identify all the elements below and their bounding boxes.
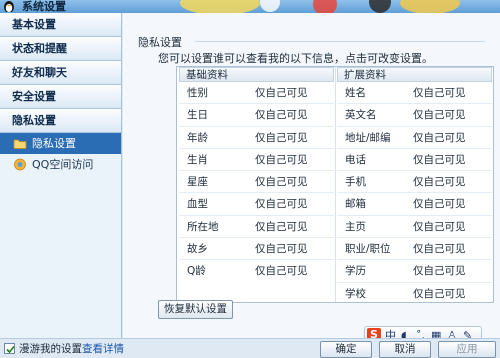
field-label: 职业/职位: [345, 243, 391, 256]
privacy-settings-panel: 隐私设置 您可以设置谁可以查看我的以下信息，点击可改变设置。 基础资料 性别仅自…: [123, 13, 500, 338]
visibility-value[interactable]: 仅自己可见: [413, 260, 466, 282]
visibility-value[interactable]: 仅自己可见: [255, 216, 308, 238]
field-label: 邮箱: [345, 198, 366, 211]
privacy-row[interactable]: 星座 仅自己可见: [179, 171, 334, 194]
privacy-row[interactable]: 所在地 仅自己可见: [179, 216, 334, 239]
visibility-value[interactable]: 仅自己可见: [413, 149, 466, 171]
qzone-icon: [14, 158, 26, 171]
privacy-table: 基础资料 性别 仅自己可见 生日 仅自己可见 年龄 仅自己可见 生肖 仅自己可见 星座仅…: [176, 66, 494, 303]
field-label: 手机: [345, 176, 366, 189]
section-divider: [195, 41, 485, 42]
field-label: 学校: [345, 287, 366, 300]
sidebar-subitem-qzone-access[interactable]: QQ空间访问: [0, 154, 121, 175]
field-label: 故乡: [187, 243, 208, 256]
field-label: 生日: [187, 109, 208, 122]
column-header-extended: 扩展资料: [337, 67, 492, 82]
privacy-row[interactable]: 地址/邮编 仅自己可见: [337, 127, 492, 149]
sidebar-subitem-privacy-settings[interactable]: 隐私设置: [0, 133, 121, 154]
visibility-value[interactable]: 仅自己可见: [413, 171, 466, 193]
visibility-value[interactable]: 仅自己可见: [255, 82, 308, 104]
visibility-value[interactable]: 仅自己可见: [413, 283, 466, 305]
privacy-row[interactable]: 手机 仅自己可见: [337, 171, 492, 194]
settings-sidebar: 基本设置 状态和提醒 好友和聊天 安全设置 隐私设置 隐私设置 QQ空间访问: [0, 13, 122, 338]
sidebar-item-basic-settings[interactable]: 基本设置: [0, 13, 121, 37]
basic-info-column: 基础资料 性别 仅自己可见 生日 仅自己可见 年龄 仅自己可见 生肖 仅自己可见 星座仅…: [179, 67, 334, 283]
roaming-label: 漫游我的设置: [19, 343, 82, 355]
section-description: 您可以设置谁可以查看我的以下信息，点击可改变设置。: [158, 52, 433, 65]
sidebar-item-privacy[interactable]: 隐私设置: [0, 109, 121, 133]
visibility-value[interactable]: 仅自己可见: [255, 238, 308, 260]
sidebar-item-friends-chat[interactable]: 好友和聊天: [0, 61, 121, 85]
column-divider: [335, 67, 336, 302]
field-label: 所在地: [187, 220, 219, 233]
extended-info-column: 扩展资料 姓名 仅自己可见 英文名 仅自己可见 地址/邮编 仅自己可见 电话 仅自己可见…: [337, 67, 492, 305]
sidebar-item-security[interactable]: 安全设置: [0, 85, 121, 109]
section-title: 隐私设置: [138, 36, 182, 49]
visibility-value[interactable]: 仅自己可见: [255, 104, 308, 126]
visibility-value[interactable]: 仅自己可见: [255, 171, 308, 193]
column-header-basic: 基础资料: [179, 67, 334, 82]
sidebar-item-status-reminders[interactable]: 状态和提醒: [0, 37, 121, 61]
privacy-row[interactable]: Q龄 仅自己可见: [179, 260, 334, 282]
privacy-row[interactable]: 职业/职位 仅自己可见: [337, 238, 492, 261]
visibility-value[interactable]: 仅自己可见: [255, 260, 308, 282]
visibility-value[interactable]: 仅自己可见: [413, 238, 466, 260]
privacy-row[interactable]: 血型 仅自己可见: [179, 193, 334, 216]
title-bar: 系统设置: [0, 0, 500, 13]
field-label: 星座: [187, 176, 208, 189]
privacy-row[interactable]: 学校 仅自己可见: [337, 283, 492, 305]
penguin-icon: [4, 1, 14, 12]
privacy-row[interactable]: 故乡 仅自己可见: [179, 238, 334, 261]
privacy-row[interactable]: 年龄 仅自己可见: [179, 127, 334, 149]
visibility-value[interactable]: 仅自己可见: [255, 193, 308, 215]
field-label: 地址/邮编: [345, 131, 391, 144]
visibility-value[interactable]: 仅自己可见: [413, 82, 466, 104]
privacy-row[interactable]: 学历 仅自己可见: [337, 260, 492, 283]
field-label: 姓名: [345, 87, 366, 99]
folder-icon: [13, 139, 27, 149]
privacy-row[interactable]: 邮箱 仅自己可见: [337, 193, 492, 216]
field-label: 性别: [187, 87, 208, 99]
view-details-link[interactable]: 查看详情: [82, 341, 124, 356]
field-label: 血型: [187, 198, 208, 211]
privacy-row[interactable]: 电话 仅自己可见: [337, 149, 492, 172]
visibility-value[interactable]: 仅自己可见: [413, 104, 466, 126]
field-label: Q龄: [187, 265, 206, 278]
dialog-footer: 漫游我的设置 查看详情 确定 取消 应用: [0, 338, 500, 358]
sidebar-subitem-label: 隐私设置: [32, 137, 76, 150]
field-label: 年龄: [187, 131, 208, 144]
window-title: 系统设置: [22, 0, 66, 13]
banner-decoration: [180, 0, 460, 13]
visibility-value[interactable]: 仅自己可见: [413, 193, 466, 215]
privacy-row[interactable]: 姓名 仅自己可见: [337, 82, 492, 105]
field-label: 英文名: [345, 109, 377, 122]
privacy-row[interactable]: 英文名 仅自己可见: [337, 104, 492, 127]
field-label: 主页: [345, 220, 366, 233]
restore-defaults-button[interactable]: 恢复默认设置: [158, 300, 233, 319]
privacy-row[interactable]: 主页 仅自己可见: [337, 216, 492, 239]
field-label: 学历: [345, 265, 366, 278]
cancel-button[interactable]: 取消: [379, 341, 431, 358]
privacy-row[interactable]: 性别 仅自己可见: [179, 82, 334, 105]
apply-button[interactable]: 应用: [438, 341, 496, 358]
visibility-value[interactable]: 仅自己可见: [255, 127, 308, 149]
privacy-row[interactable]: 生肖 仅自己可见: [179, 149, 334, 172]
sidebar-subitem-label: QQ空间访问: [32, 158, 94, 171]
checkmark-icon: [6, 345, 15, 354]
privacy-row[interactable]: 生日 仅自己可见: [179, 104, 334, 127]
visibility-value[interactable]: 仅自己可见: [413, 127, 466, 149]
field-label: 生肖: [187, 153, 208, 166]
visibility-value[interactable]: 仅自己可见: [413, 216, 466, 238]
ok-button[interactable]: 确定: [320, 341, 372, 358]
field-label: 电话: [345, 153, 366, 166]
visibility-value[interactable]: 仅自己可见: [255, 149, 308, 171]
roaming-checkbox[interactable]: [4, 343, 15, 354]
